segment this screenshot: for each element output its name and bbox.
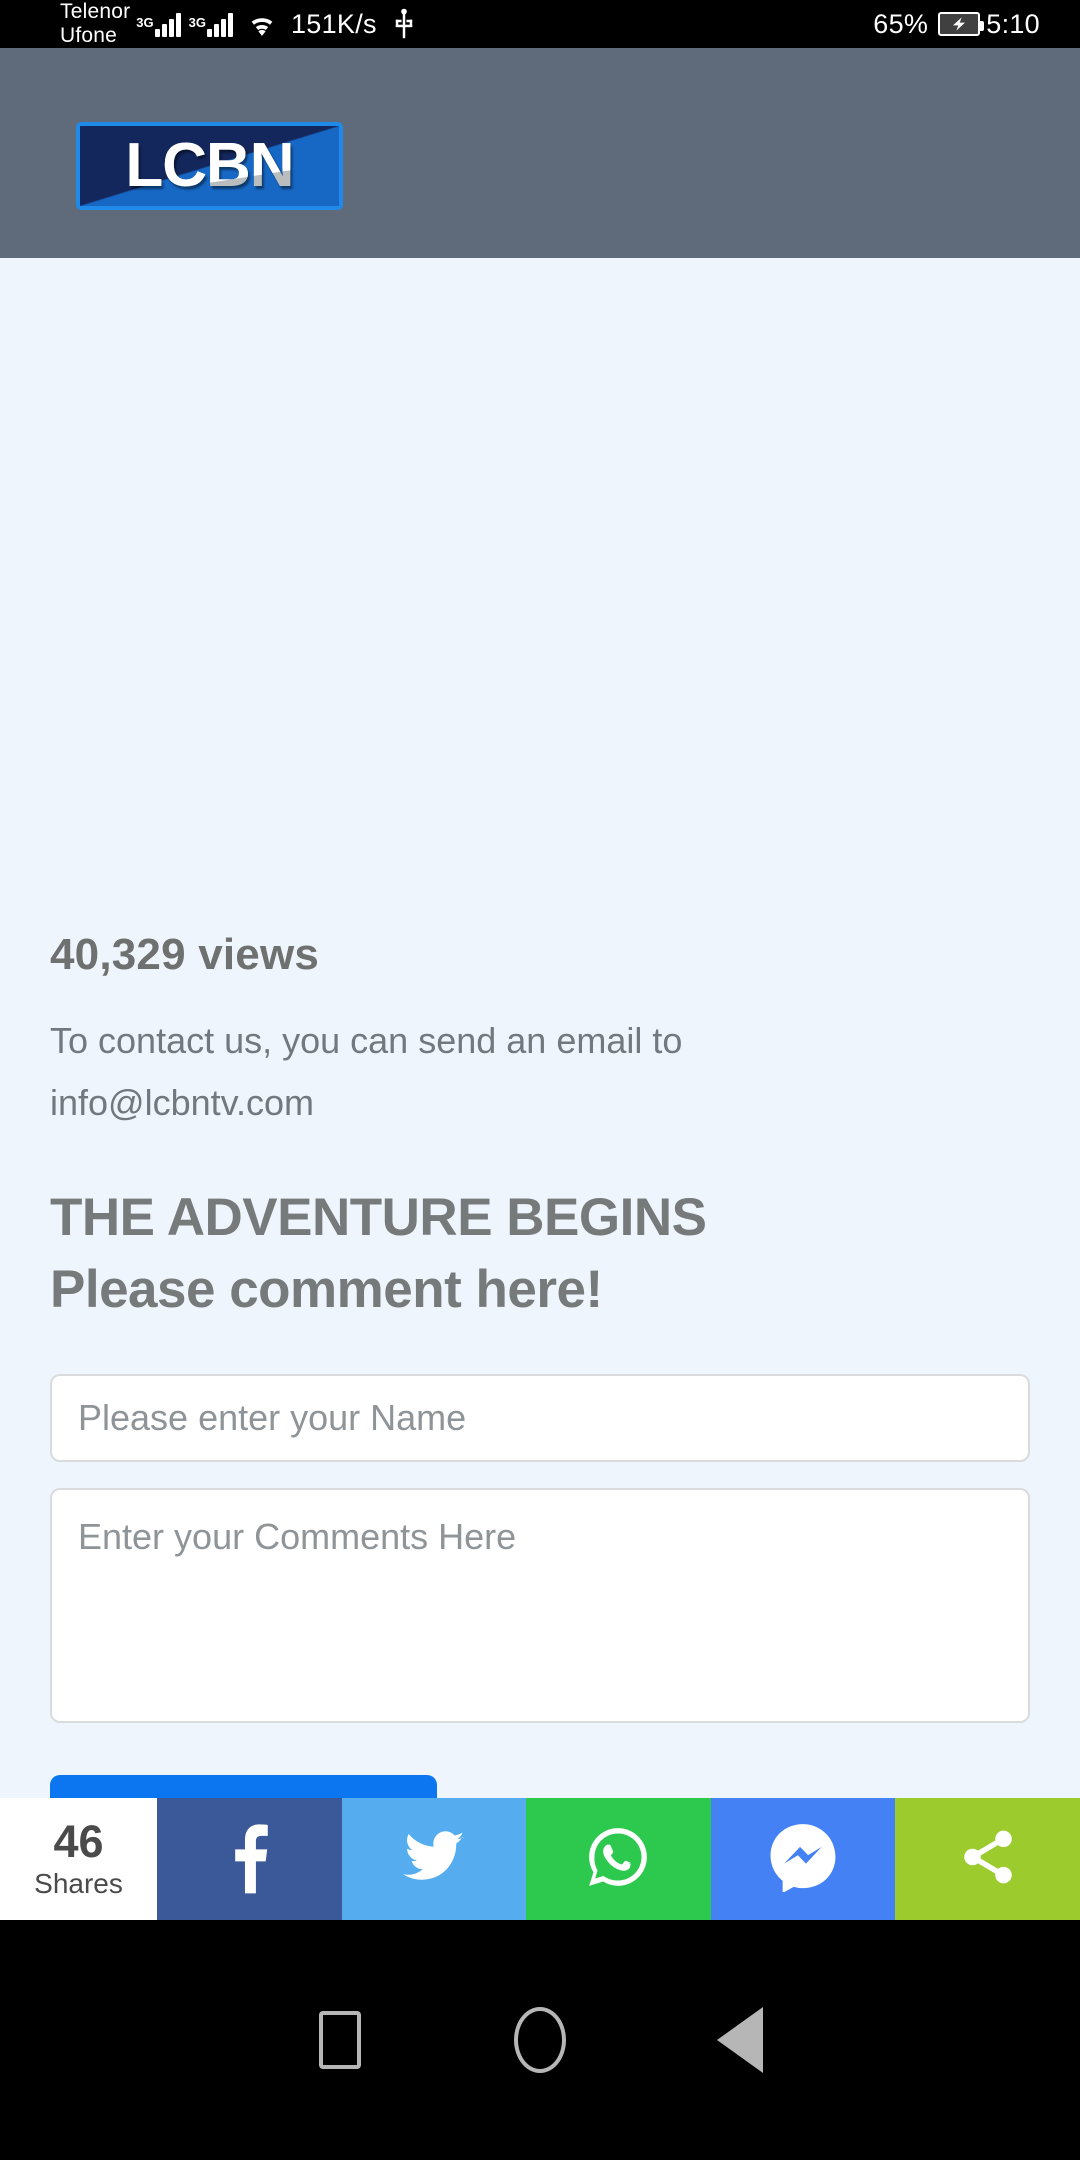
page-content: 40,329 views To contact us, you can send…	[0, 258, 1080, 1853]
comments-textarea[interactable]: Enter your Comments Here	[50, 1488, 1030, 1723]
social-share-bar: 46 Shares	[0, 1798, 1080, 1920]
nav-home-button[interactable]	[440, 2007, 640, 2073]
name-input-placeholder: Please enter your Name	[78, 1397, 467, 1438]
share-count-number: 46	[53, 1816, 104, 1867]
contact-text: To contact us, you can send an email to …	[50, 1020, 683, 1123]
nav-recents-button[interactable]	[240, 2011, 440, 2069]
facebook-icon	[226, 1820, 272, 1899]
network-type-2-label: 3G	[188, 15, 206, 30]
share-button-twitter[interactable]	[341, 1798, 527, 1920]
clock-label: 5:10	[986, 8, 1040, 39]
status-bar-left: Telenor Ufone 3G 3G 151K/s	[0, 0, 415, 48]
phone-screen: Telenor Ufone 3G 3G 151K/s 65% 5:10 LCBN…	[0, 0, 1080, 2160]
share-button-more[interactable]	[895, 1798, 1080, 1920]
network-type-1-label: 3G	[136, 15, 154, 30]
android-status-bar: Telenor Ufone 3G 3G 151K/s 65% 5:10	[0, 0, 1080, 48]
signal-bars-icon	[154, 11, 183, 37]
carrier-1-label: Telenor	[60, 0, 131, 23]
share-button-facebook[interactable]	[157, 1798, 342, 1920]
carrier-names: Telenor Ufone	[60, 0, 130, 48]
comment-prompt-heading: Please comment here!	[50, 1260, 603, 1319]
battery-percent-label: 65%	[873, 8, 929, 39]
battery-charging-icon	[938, 12, 985, 36]
signal-2-group: 3G	[189, 11, 235, 37]
share-count: 46 Shares	[0, 1798, 157, 1920]
share-count-label: Shares	[34, 1868, 123, 1899]
share-button-messenger[interactable]	[710, 1798, 896, 1920]
site-header: LCBN LCBN	[0, 48, 1080, 258]
carrier-2-label: Ufone	[60, 24, 118, 47]
twitter-icon	[402, 1830, 465, 1888]
whatsapp-icon	[585, 1824, 651, 1895]
messenger-icon	[769, 1822, 837, 1897]
lcbn-logo[interactable]: LCBN LCBN	[76, 122, 343, 210]
nav-back-button[interactable]	[640, 2007, 840, 2073]
back-icon	[717, 2007, 763, 2073]
android-navigation-bar	[0, 1920, 1080, 2160]
signal-bars-icon	[206, 11, 235, 37]
usb-icon	[393, 8, 415, 40]
wifi-icon	[245, 10, 279, 38]
name-input[interactable]: Please enter your Name	[50, 1374, 1030, 1462]
recents-icon	[319, 2011, 361, 2069]
signal-1-group: 3G	[136, 11, 182, 37]
comments-textarea-placeholder: Enter your Comments Here	[78, 1516, 517, 1557]
status-bar-right: 65% 5:10	[873, 0, 1040, 48]
share-button-whatsapp[interactable]	[526, 1798, 711, 1920]
page-title: THE ADVENTURE BEGINS	[50, 1188, 707, 1247]
network-speed-label: 151K/s	[290, 8, 377, 39]
home-icon	[514, 2007, 566, 2073]
view-count-label: 40,329 views	[50, 930, 320, 979]
share-icon	[957, 1826, 1019, 1893]
